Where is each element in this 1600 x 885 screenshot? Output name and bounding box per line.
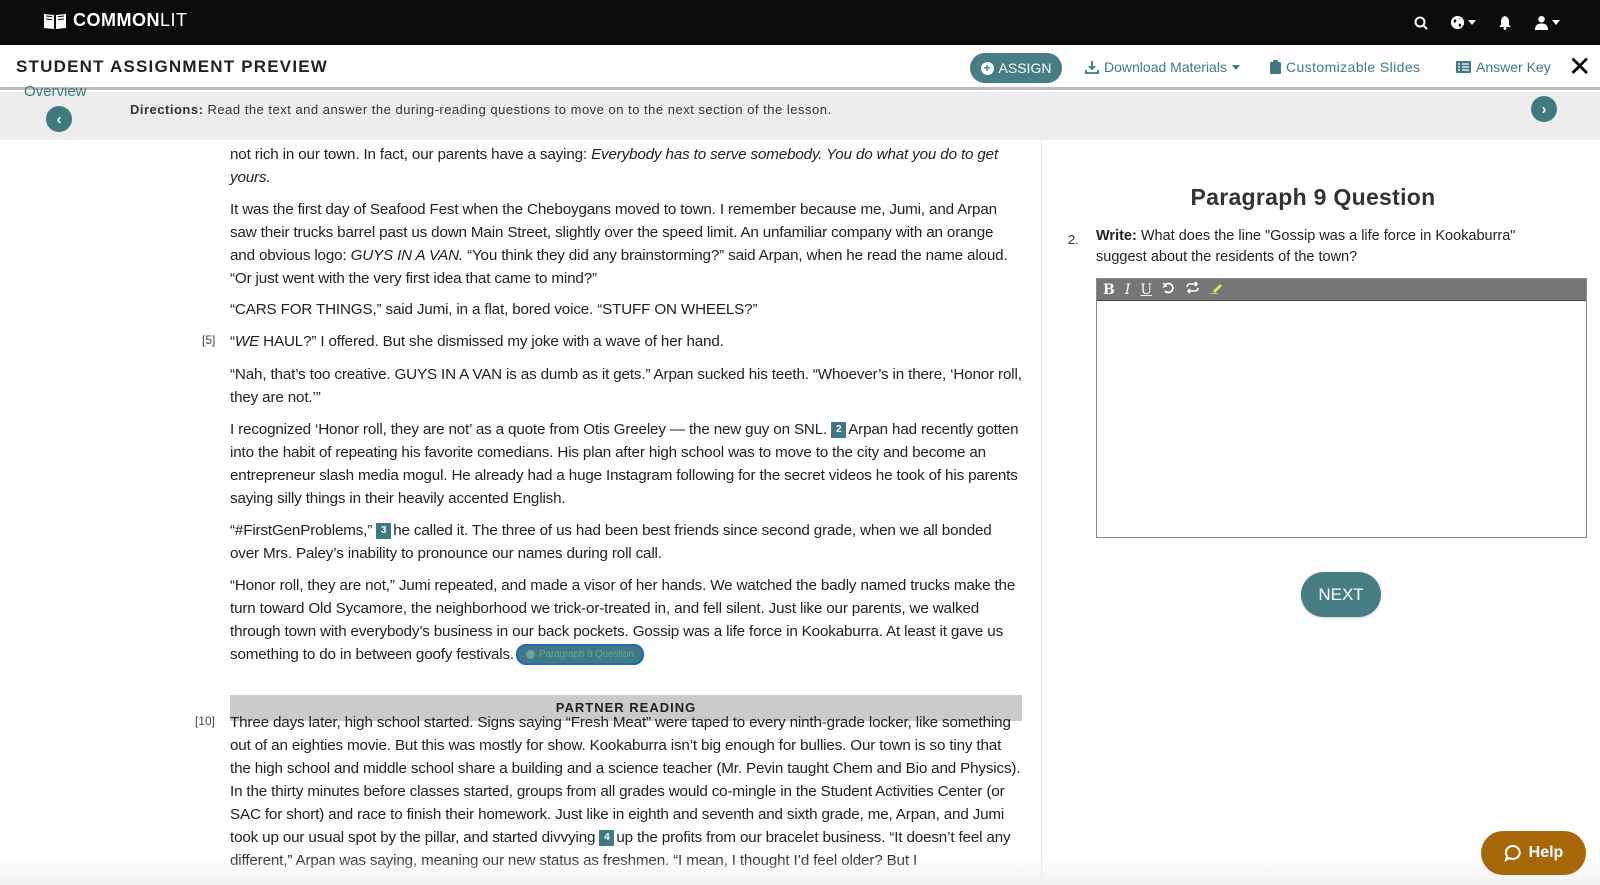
- plus-circle-icon: +: [980, 61, 994, 75]
- answer-key-link[interactable]: Answer Key: [1456, 59, 1551, 75]
- paragraph-text: “#FirstGenProblems,”: [230, 522, 377, 539]
- redo-button[interactable]: [1185, 279, 1200, 301]
- logo-text-light: LIT: [160, 10, 188, 30]
- paragraph: Three days later, high school started. S…: [230, 711, 1022, 872]
- question-number: 2.: [1068, 232, 1079, 247]
- assignment-header: STUDENT ASSIGNMENT PREVIEW + ASSIGN Down…: [0, 45, 1600, 90]
- undo-button[interactable]: [1162, 279, 1175, 301]
- download-icon: [1085, 61, 1099, 74]
- chevron-down-icon: [1231, 64, 1240, 70]
- page-title: STUDENT ASSIGNMENT PREVIEW: [16, 57, 329, 76]
- paragraph-text: HAUL?” I offered. But she dismissed my j…: [259, 333, 724, 350]
- directions-label: Directions:: [130, 102, 204, 117]
- highlight-button[interactable]: [1210, 279, 1223, 301]
- user-icon: [1534, 15, 1549, 30]
- paragraph-text: “Nah, that’s too creative. GUYS IN A VAN…: [230, 366, 1022, 406]
- paragraph-italic: GUYS IN A VAN.: [350, 247, 464, 264]
- question-prompt: Write: What does the line "Gossip was a …: [1096, 226, 1556, 268]
- chevron-down-icon: [1468, 20, 1476, 25]
- question-title: Paragraph 9 Question: [1190, 184, 1436, 210]
- assign-label: ASSIGN: [998, 60, 1052, 76]
- chevron-left-icon: ‹: [56, 110, 62, 128]
- clipboard-icon: [1270, 60, 1281, 74]
- chevron-right-icon: ›: [1541, 100, 1547, 118]
- paragraph: It was the first day of Seafood Fest whe…: [230, 198, 1022, 290]
- chevron-down-icon: [1552, 20, 1560, 25]
- chat-bubble-icon: [1504, 844, 1521, 862]
- customizable-slides-link[interactable]: Customizable Slides: [1270, 59, 1420, 75]
- next-button[interactable]: NEXT: [1301, 572, 1381, 617]
- annotation-marker[interactable]: 2: [831, 421, 847, 438]
- close-icon[interactable]: ✕: [1568, 53, 1591, 81]
- user-menu[interactable]: [1534, 15, 1560, 30]
- paragraph-text: Three days later, high school started. S…: [230, 714, 1021, 846]
- bell-icon: [1499, 16, 1511, 30]
- search-button[interactable]: [1414, 16, 1428, 30]
- question-anchor-label: Paragraph 9 Question: [538, 649, 634, 661]
- directions-bar: Overview ‹ Directions: Read the text and…: [0, 86, 1600, 140]
- paragraph-text: I recognized ‘Honor roll, they are not’ …: [230, 421, 832, 438]
- question-anchor-pill[interactable]: Paragraph 9 Question: [515, 644, 644, 666]
- help-label: Help: [1528, 844, 1564, 861]
- list-icon: [1456, 61, 1471, 73]
- bold-button[interactable]: B: [1103, 279, 1115, 301]
- customizable-slides-label: Customizable Slides: [1286, 59, 1421, 75]
- question-type-label: Write:: [1096, 228, 1137, 244]
- undo-icon: [1162, 281, 1174, 293]
- reading-passage: not rich in our town. In fact, our paren…: [0, 140, 1042, 885]
- next-section-button[interactable]: ›: [1531, 96, 1557, 122]
- paragraph: “CARS FOR THINGS,” said Jumi, in a flat,…: [230, 298, 1022, 321]
- editor-toolbar: B I U: [1097, 279, 1586, 301]
- answer-key-label: Answer Key: [1476, 59, 1551, 75]
- paragraph-number: [5]: [202, 333, 216, 347]
- annotation-marker[interactable]: 4: [599, 829, 615, 846]
- repeat-icon: [1186, 280, 1199, 294]
- previous-section-button[interactable]: ‹: [46, 106, 72, 132]
- help-button[interactable]: Help: [1481, 831, 1586, 875]
- top-navbar: COMMON LIT: [0, 0, 1600, 45]
- download-materials-label: Download Materials: [1104, 59, 1227, 75]
- logo-text-bold: COMMON: [73, 10, 160, 30]
- directions-text: Directions: Read the text and answer the…: [130, 102, 832, 117]
- paragraph: “WE HAUL?” I offered. But she dismissed …: [230, 330, 1022, 353]
- paragraph: “Nah, that’s too creative. GUYS IN A VAN…: [230, 363, 1022, 409]
- globe-icon: [1450, 15, 1465, 30]
- question-prompt-text: What does the line "Gossip was a life fo…: [1096, 228, 1516, 265]
- overview-link[interactable]: Overview: [24, 86, 87, 98]
- paragraph-number: [10]: [195, 714, 216, 728]
- language-menu[interactable]: [1450, 15, 1476, 30]
- question-dot-icon: [525, 650, 535, 660]
- paragraph: “Honor roll, they are not,” Jumi repeate…: [230, 574, 1022, 666]
- directions-body: Read the text and answer the during-read…: [203, 102, 832, 117]
- book-icon: [44, 13, 66, 29]
- answer-input[interactable]: [1097, 301, 1586, 537]
- paragraph: I recognized ‘Honor roll, they are not’ …: [230, 418, 1022, 510]
- paragraph-text: “CARS FOR THINGS,” said Jumi, in a flat,…: [230, 301, 758, 318]
- paragraph: “#FirstGenProblems,” 3 he called it. The …: [230, 519, 1022, 565]
- commonlit-logo[interactable]: COMMON LIT: [43, 10, 188, 31]
- question-panel: Paragraph 9 Question 2. Write: What does…: [1043, 140, 1600, 885]
- paragraph-text: not rich in our town. In fact, our paren…: [230, 146, 592, 163]
- assign-button[interactable]: + ASSIGN: [970, 53, 1062, 83]
- highlighter-icon: [1210, 283, 1223, 295]
- download-materials-menu[interactable]: Download Materials: [1085, 59, 1240, 75]
- answer-editor: B I U: [1096, 278, 1587, 538]
- annotation-marker[interactable]: 3: [376, 522, 392, 539]
- search-icon: [1414, 16, 1428, 30]
- underline-button[interactable]: U: [1140, 279, 1152, 301]
- italic-button[interactable]: I: [1125, 279, 1131, 301]
- notifications-button[interactable]: [1498, 15, 1512, 30]
- paragraph-italic: WE: [234, 333, 260, 350]
- paragraph: not rich in our town. In fact, our paren…: [230, 143, 1022, 189]
